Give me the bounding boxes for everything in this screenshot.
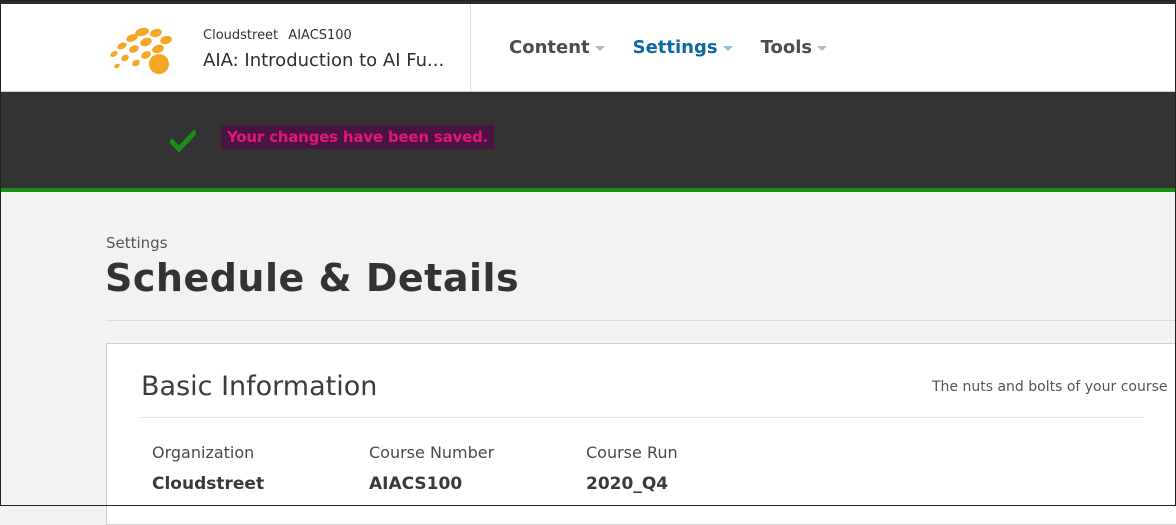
main-nav: Content Settings Tools	[509, 37, 828, 58]
field-value: 2020_Q4	[586, 474, 669, 494]
course-title[interactable]: AIA: Introduction to AI Fu...	[203, 50, 444, 71]
nav-tools[interactable]: Tools	[761, 37, 828, 58]
nav-settings-label: Settings	[632, 37, 718, 58]
field-course-number: Course Number AIACS100	[369, 443, 494, 494]
field-organization: Organization Cloudstreet	[152, 443, 264, 494]
title-divider	[106, 320, 1176, 321]
field-course-run: Course Run 2020_Q4	[586, 443, 678, 494]
field-label: Course Run	[586, 443, 678, 462]
nav-tools-label: Tools	[760, 37, 813, 58]
logo-icon[interactable]	[106, 24, 178, 74]
page-title: Schedule & Details	[105, 256, 520, 300]
chevron-down-icon	[817, 46, 828, 51]
success-alert: Your changes have been saved.	[0, 92, 1176, 192]
chevron-down-icon	[722, 46, 733, 51]
check-icon	[170, 130, 196, 152]
card-divider	[141, 417, 1144, 418]
alert-message: Your changes have been saved.	[221, 125, 495, 149]
nav-content[interactable]: Content	[509, 37, 605, 58]
nav-content-label: Content	[509, 37, 590, 58]
card-title: Basic Information	[141, 371, 378, 402]
chevron-down-icon	[594, 46, 605, 51]
card-subtitle: The nuts and bolts of your course	[932, 379, 1168, 395]
field-value: AIACS100	[369, 474, 463, 494]
course-header: Cloudstreet AIACS100 AIA: Introduction t…	[0, 4, 1176, 92]
header-divider	[470, 4, 471, 91]
course-org-number: Cloudstreet AIACS100	[203, 28, 352, 43]
field-value: Cloudstreet	[152, 474, 265, 494]
course-org: Cloudstreet	[203, 28, 279, 43]
breadcrumb: Settings	[106, 234, 168, 252]
field-label: Organization	[152, 443, 255, 462]
field-label: Course Number	[369, 443, 495, 462]
basic-information-card: Basic Information The nuts and bolts of …	[106, 343, 1176, 525]
nav-settings[interactable]: Settings	[633, 37, 733, 58]
course-number: AIACS100	[288, 28, 352, 43]
